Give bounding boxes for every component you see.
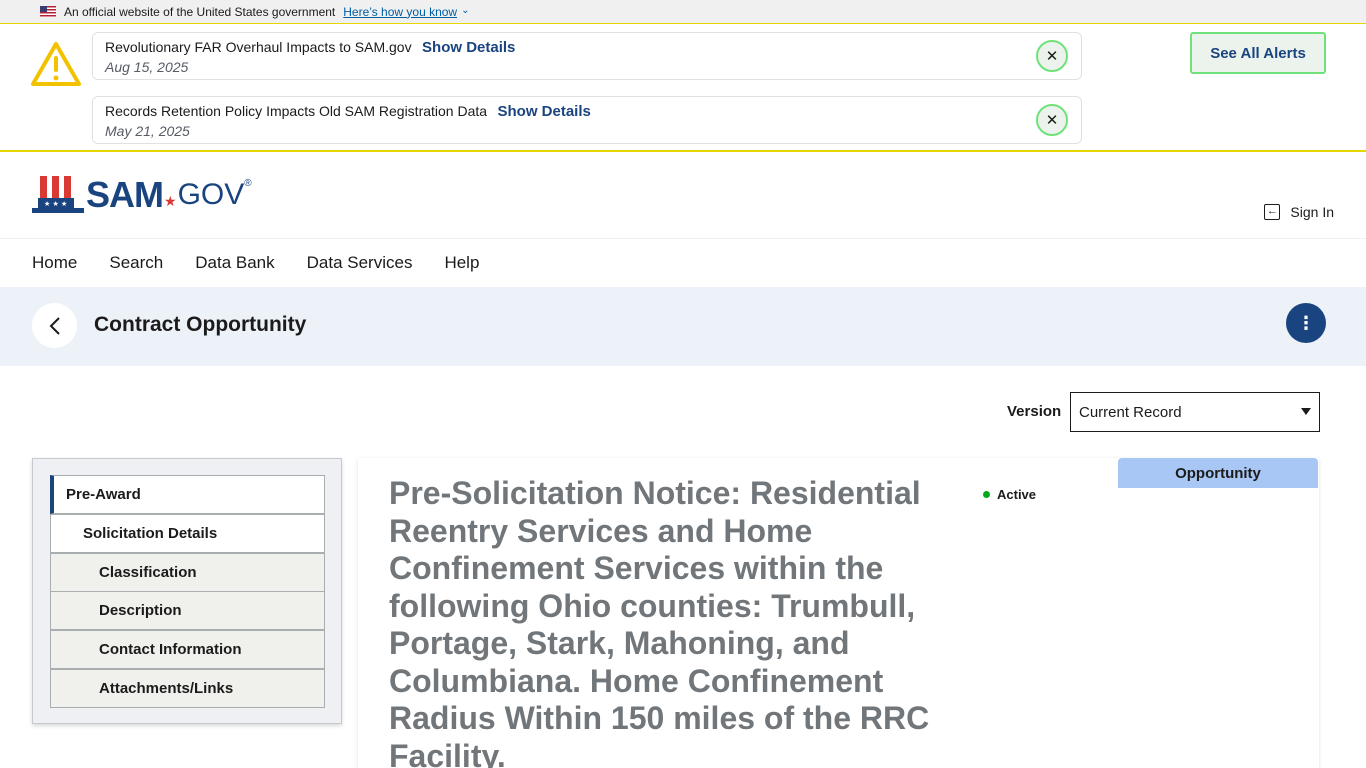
see-all-alerts-button[interactable]: See All Alerts xyxy=(1190,32,1326,74)
version-label: Version xyxy=(1007,403,1062,420)
logo-sam-text: SAM xyxy=(86,174,164,215)
svg-text:★ ★ ★: ★ ★ ★ xyxy=(44,200,67,208)
nav-home[interactable]: Home xyxy=(32,253,77,273)
alert-date: Aug 15, 2025 xyxy=(105,59,189,75)
sidenav-item-contact-information[interactable]: Contact Information xyxy=(50,630,325,669)
alerts-section: Revolutionary FAR Overhaul Impacts to SA… xyxy=(0,23,1366,152)
sidenav-item-classification[interactable]: Classification xyxy=(50,553,325,592)
opportunity-card: Opportunity Active Pre-Solicitation Noti… xyxy=(358,458,1319,768)
logo-registered-mark: ® xyxy=(244,178,252,189)
opportunity-tag: Opportunity xyxy=(1118,458,1318,488)
nav-data-bank[interactable]: Data Bank xyxy=(195,253,274,273)
alert-title: Revolutionary FAR Overhaul Impacts to SA… xyxy=(105,39,412,55)
status-dot-icon xyxy=(983,491,990,498)
sidenav-item-solicitation-details[interactable]: Solicitation Details xyxy=(50,514,325,553)
chevron-down-icon[interactable]: ⌄ xyxy=(461,5,469,16)
show-details-link[interactable]: Show Details xyxy=(498,103,591,120)
version-select[interactable]: Current Record xyxy=(1070,392,1320,432)
alert-title: Records Retention Policy Impacts Old SAM… xyxy=(105,103,488,119)
gov-banner: An official website of the United States… xyxy=(0,0,1366,23)
nav-help[interactable]: Help xyxy=(444,253,479,273)
uncle-sam-hat-icon: ★ ★ ★ xyxy=(32,176,84,213)
status-badge: Active xyxy=(983,487,1036,502)
notice-title: Pre-Solicitation Notice: Residential Ree… xyxy=(389,475,930,768)
sidenav-item-pre-award[interactable]: Pre-Award xyxy=(50,475,325,514)
heres-how-you-know-link[interactable]: Here’s how you know xyxy=(343,5,457,19)
logo-gov-text: GOV xyxy=(177,178,245,211)
caret-down-icon xyxy=(1301,408,1311,415)
chevron-left-icon xyxy=(49,316,60,335)
version-selected-value: Current Record xyxy=(1079,403,1182,421)
sign-in-link[interactable]: ← Sign In xyxy=(1264,204,1334,220)
page-title: Contract Opportunity xyxy=(94,313,307,336)
show-details-link[interactable]: Show Details xyxy=(422,39,515,56)
warning-icon xyxy=(31,42,81,86)
close-icon[interactable]: ✕ xyxy=(1036,104,1068,136)
sign-in-label: Sign In xyxy=(1290,204,1334,220)
alert-date: May 21, 2025 xyxy=(105,123,190,139)
status-text: Active xyxy=(997,487,1037,502)
logo-star-icon: ★ xyxy=(164,193,177,209)
alert-card: Revolutionary FAR Overhaul Impacts to SA… xyxy=(92,32,1082,80)
nav-data-services[interactable]: Data Services xyxy=(307,253,413,273)
sign-in-icon: ← xyxy=(1264,204,1281,220)
sidenav-item-attachments-links[interactable]: Attachments/Links xyxy=(50,669,325,708)
side-nav: Pre-Award Solicitation Details Classific… xyxy=(32,458,342,724)
us-flag-icon xyxy=(40,6,56,17)
close-icon[interactable]: ✕ xyxy=(1036,40,1068,72)
sam-gov-logo[interactable]: ★ ★ ★ SAM ★ GOV ® xyxy=(32,174,252,216)
nav-search[interactable]: Search xyxy=(109,253,163,273)
alert-card: Records Retention Policy Impacts Old SAM… xyxy=(92,96,1082,144)
site-header: ★ ★ ★ SAM ★ GOV ® ← Sign In xyxy=(0,152,1366,239)
page-header: Contract Opportunity ⋮ xyxy=(0,287,1366,366)
more-options-icon[interactable]: ⋮ xyxy=(1286,303,1326,343)
sidenav-item-description[interactable]: Description xyxy=(50,591,325,630)
main-nav: Home Search Data Bank Data Services Help xyxy=(0,239,1366,287)
gov-banner-text: An official website of the United States… xyxy=(64,4,336,19)
back-button[interactable] xyxy=(32,303,77,348)
